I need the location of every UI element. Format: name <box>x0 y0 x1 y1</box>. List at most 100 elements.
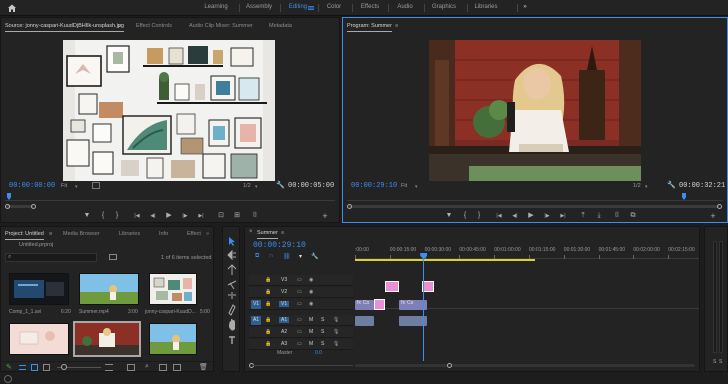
tab-audio-clip-mixer[interactable]: Audio Clip Mixer: Summer <box>189 20 253 32</box>
mark-out-button[interactable]: } <box>111 211 123 221</box>
source-patch-a1[interactable]: A1 <box>251 316 261 325</box>
chevron-down-icon[interactable]: ▾ <box>415 184 418 190</box>
razor-tool-icon[interactable] <box>227 280 237 290</box>
ripple-edit-tool-icon[interactable] <box>227 264 237 275</box>
track-label[interactable]: A2 <box>279 329 289 335</box>
lock-icon[interactable]: 🔒 <box>265 301 271 307</box>
program-video-frame[interactable] <box>429 40 641 181</box>
track-select-tool-icon[interactable] <box>227 249 236 261</box>
workspace-tab-graphics[interactable]: Graphics <box>426 0 462 16</box>
tab-metadata[interactable]: Metadata <box>269 20 292 32</box>
track-label[interactable]: A3 <box>279 341 289 347</box>
home-icon[interactable] <box>7 3 17 13</box>
mark-in-button[interactable]: { <box>459 211 471 221</box>
tab-effect-controls[interactable]: Effect Controls <box>136 20 172 32</box>
timeline-timecode[interactable]: 00:00:29:10 <box>253 241 306 250</box>
step-back-button[interactable]: ◀| <box>509 211 521 221</box>
solo-toggle[interactable]: S <box>321 329 324 335</box>
chevron-down-icon[interactable]: ▾ <box>255 184 258 190</box>
step-forward-button[interactable]: |▶ <box>541 211 553 221</box>
project-item-thumbnail[interactable] <box>149 273 197 305</box>
trash-icon[interactable]: 🗑 <box>199 363 208 371</box>
mic-icon[interactable]: 🎙 <box>333 329 339 335</box>
play-button[interactable]: ▶ <box>525 211 537 221</box>
tab-menu-icon[interactable]: ≡ <box>395 20 398 32</box>
tab-overflow-button[interactable]: » <box>206 228 209 240</box>
menu-icon[interactable] <box>308 6 314 10</box>
color-matte-clip[interactable] <box>385 281 400 292</box>
work-area-bar[interactable] <box>355 259 535 261</box>
freeform-view-icon[interactable] <box>43 364 50 371</box>
export-frame-button[interactable]: ⌷ <box>249 211 261 221</box>
program-resolution-dropdown[interactable]: 1/2 <box>633 183 641 189</box>
close-tab-icon[interactable]: × <box>249 229 253 235</box>
workspace-tab-libraries[interactable]: Libraries <box>469 0 503 16</box>
tab-media-browser[interactable]: Media Browser <box>63 228 100 240</box>
source-time-ruler[interactable] <box>5 193 335 201</box>
solo-left-button[interactable]: S <box>713 359 716 365</box>
track-label[interactable]: V1 <box>279 301 290 307</box>
comparison-view-button[interactable]: ⧉ <box>627 211 639 221</box>
step-forward-button[interactable]: |▶ <box>179 211 191 221</box>
solo-toggle[interactable]: S <box>321 317 324 323</box>
nest-icon[interactable]: ⧉ <box>255 253 259 260</box>
lock-icon[interactable]: 🔒 <box>265 289 271 295</box>
extract-button[interactable]: ⤓ <box>593 211 605 221</box>
tab-project[interactable]: Project: Untitled <box>5 228 44 240</box>
workspace-tab-assembly[interactable]: Assembly <box>241 0 277 16</box>
mic-icon[interactable]: 🎙 <box>333 317 339 323</box>
wrench-icon[interactable]: 🔧 <box>276 181 285 189</box>
go-to-in-button[interactable]: |◀ <box>131 211 143 221</box>
play-button[interactable]: ▶ <box>163 211 175 221</box>
icon-view-icon[interactable] <box>31 364 38 371</box>
zoom-slider-handle[interactable] <box>61 364 67 370</box>
go-to-out-button[interactable]: ▶| <box>557 211 569 221</box>
solo-toggle[interactable]: S <box>321 341 324 347</box>
timeline-zoom-scrollbar[interactable] <box>355 363 699 368</box>
project-item-thumbnail[interactable] <box>9 273 69 305</box>
program-timecode-current[interactable]: 00:00:29:10 <box>351 182 397 190</box>
master-volume[interactable]: 0.0 <box>315 350 322 356</box>
header-scrollbar[interactable] <box>249 363 353 368</box>
playhead-marker[interactable] <box>7 193 11 200</box>
selection-tool-icon[interactable] <box>229 237 235 246</box>
wrench-icon[interactable]: 🔧 <box>667 181 676 189</box>
automate-to-sequence-icon[interactable] <box>127 364 135 371</box>
mark-out-button[interactable]: } <box>473 211 485 221</box>
tab-program[interactable]: Program: Summer <box>347 20 392 32</box>
sort-icon[interactable] <box>105 364 113 371</box>
video-clip[interactable]: fx Co <box>355 300 374 310</box>
pen-tool-icon[interactable] <box>228 304 236 316</box>
source-video-frame[interactable] <box>63 40 275 181</box>
tab-source[interactable]: Source: jonny-caspari-KuudDjBHIlk-unspla… <box>5 20 124 32</box>
source-patch-v1[interactable]: V1 <box>251 300 261 309</box>
linked-selection-icon[interactable]: ⛓ <box>283 253 291 260</box>
project-item-thumbnail[interactable] <box>9 323 69 355</box>
slip-tool-icon[interactable] <box>228 292 236 299</box>
new-item-icon[interactable] <box>173 364 181 371</box>
go-to-out-button[interactable]: ▶| <box>195 211 207 221</box>
add-button[interactable]: + <box>707 211 719 221</box>
workspace-overflow-button[interactable]: » <box>520 0 530 16</box>
track-label[interactable]: V3 <box>279 277 289 283</box>
tab-info[interactable]: Info <box>159 228 168 240</box>
source-timecode-current[interactable]: 00:00:00:00 <box>9 182 55 190</box>
mark-in-button[interactable]: { <box>97 211 109 221</box>
lift-button[interactable]: ⤒ <box>577 211 589 221</box>
workspace-tab-color[interactable]: Color <box>320 0 348 16</box>
project-item-thumbnail[interactable] <box>79 273 139 305</box>
mute-toggle[interactable]: M <box>309 341 313 347</box>
new-bin-icon[interactable] <box>159 364 167 371</box>
sync-lock-icon[interactable]: ▭ <box>297 341 302 347</box>
tab-menu-icon[interactable]: ≡ <box>281 227 284 239</box>
chevron-down-icon[interactable]: ▾ <box>75 184 78 190</box>
timeline-ruler[interactable]: :00:00 00:00:15:00 00:00:30:00 00:00:45:00 0… <box>355 247 699 259</box>
track-label[interactable]: V2 <box>279 289 289 295</box>
workspace-tab-audio[interactable]: Audio <box>390 0 420 16</box>
hand-tool-icon[interactable] <box>229 319 235 331</box>
source-resolution-dropdown[interactable]: 1/2 <box>243 183 251 189</box>
lock-icon[interactable]: 🔒 <box>265 317 271 323</box>
export-frame-button[interactable]: ⌷ <box>611 211 623 221</box>
add-marker-button[interactable]: ▼ <box>81 211 93 221</box>
playhead-marker[interactable] <box>682 193 686 200</box>
